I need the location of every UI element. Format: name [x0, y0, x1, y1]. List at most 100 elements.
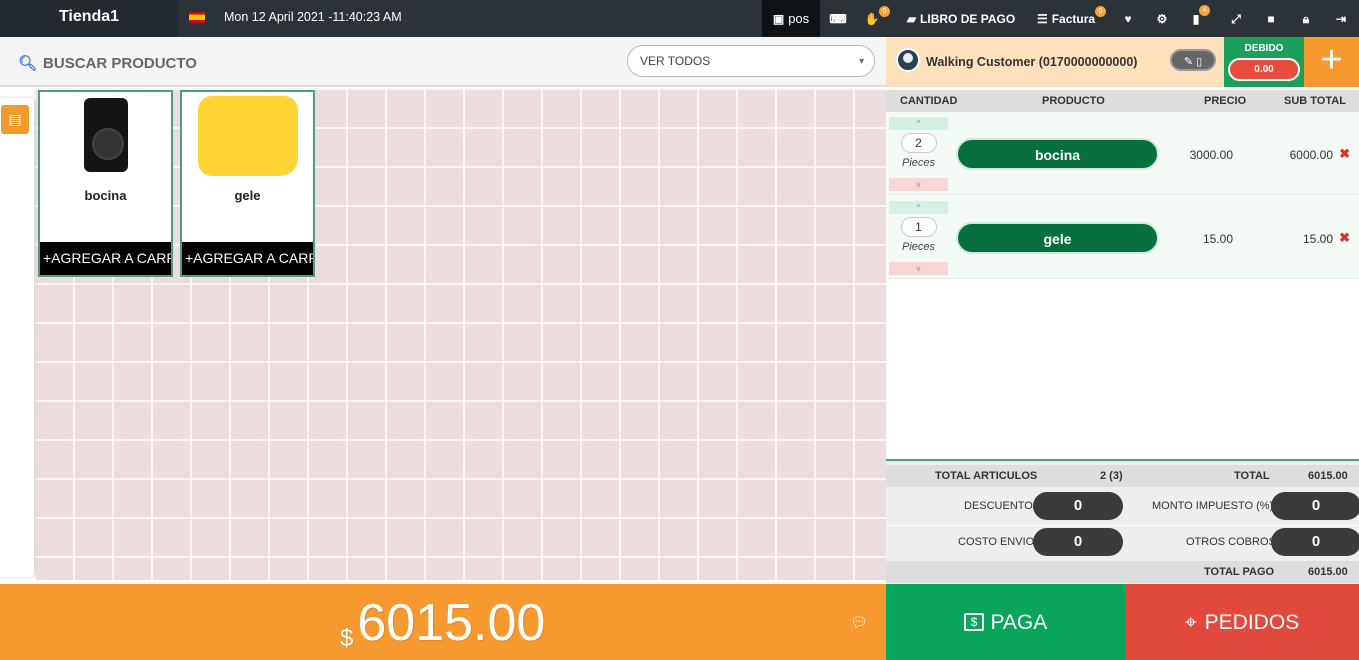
paga-button[interactable]: $ PAGA	[886, 584, 1125, 660]
factura-label: Factura	[1051, 11, 1096, 26]
caret-down-icon: ▼	[857, 56, 866, 66]
add-customer-button[interactable]: +	[1304, 37, 1359, 87]
currency-symbol: $	[340, 625, 354, 652]
total-pago-value: 6015.00	[1308, 566, 1348, 578]
credit-card-icon: ▤	[8, 111, 22, 127]
favorites-button[interactable]: ♥	[1118, 0, 1138, 37]
add-to-cart-button[interactable]: +AGREGAR A CARRITO	[182, 242, 313, 275]
product-card[interactable]: gele +AGREGAR A CARRITO	[180, 90, 315, 277]
spain-flag-icon[interactable]	[189, 12, 205, 23]
cart-product-button[interactable]: gele	[956, 222, 1159, 254]
total-articles-value: 2 (3)	[1100, 470, 1123, 482]
costo-envio-input[interactable]: 0	[1033, 528, 1123, 556]
chevron-down-icon[interactable]: v	[889, 262, 948, 275]
impuesto-label: MONTO IMPUESTO (%)	[1152, 500, 1274, 512]
monitor-icon: ▣	[772, 11, 785, 26]
bell-icon: ▮	[1192, 11, 1200, 26]
sign-out-icon: ⇥	[1335, 11, 1347, 26]
top-bar: Tienda1 Mon 12 April 2021 -11:40:23 AM ▣…	[0, 0, 1359, 37]
quantity-input[interactable]: 2	[900, 133, 937, 153]
debido-label: DEBIDO	[1244, 43, 1284, 54]
remove-item-icon[interactable]: ✖	[1339, 230, 1350, 246]
customer-bar: Walking Customer (0170000000000) ✎ ▯	[886, 37, 1224, 87]
costo-envio-label: COSTO ENVIO	[958, 536, 1035, 548]
avatar	[896, 48, 920, 72]
customer-name[interactable]: Walking Customer (0170000000000)	[926, 55, 1137, 69]
total-articles-row: TOTAL ARTICULOS 2 (3) TOTAL 6015.00	[886, 465, 1359, 487]
list-icon: ☰	[1036, 11, 1048, 26]
category-filter-select[interactable]: VER TODOS ▼	[627, 45, 875, 77]
store-name[interactable]: Tienda1	[0, 0, 178, 37]
comments-icon[interactable]: 💬︎	[850, 614, 868, 631]
keyboard-button[interactable]: ⌨	[828, 0, 848, 37]
otros-cobros-label: OTROS COBROS	[1186, 536, 1276, 548]
datetime: Mon 12 April 2021 -11:40:23 AM	[224, 10, 402, 24]
category-filter-value: VER TODOS	[640, 54, 711, 68]
quantity-input[interactable]: 1	[900, 217, 937, 237]
factura-badge: 0	[1095, 6, 1106, 17]
search-label: BUSCAR PRODUCTO	[43, 54, 197, 72]
product-image	[182, 92, 313, 177]
search-bar: 🔍︎ BUSCAR PRODUCTO VER TODOS ▼	[0, 37, 886, 87]
pedidos-button[interactable]: ⌖ PEDIDOS	[1125, 584, 1359, 660]
remove-item-icon[interactable]: ✖	[1339, 146, 1350, 162]
descuento-label: DESCUENTO	[964, 500, 1033, 512]
lock-icon: 🔒︎	[1302, 11, 1310, 26]
grand-total-value: 6015.00	[357, 594, 546, 652]
total-pago-label: TOTAL PAGO	[1204, 566, 1275, 578]
item-price: 15.00	[1202, 232, 1233, 246]
debido-value: 0.00	[1228, 58, 1300, 81]
otros-cobros-input[interactable]: 0	[1271, 528, 1359, 556]
heart-icon: ♥	[1124, 11, 1132, 26]
product-name: gele	[234, 188, 261, 203]
cart-table-header: CANTIDAD PRODUCTO PRECIO SUB TOTAL	[886, 90, 1359, 112]
expand-icon: ⤢	[1231, 11, 1241, 26]
edit-customer-button[interactable]: ✎ ▯	[1170, 49, 1216, 71]
total-label: TOTAL	[1234, 470, 1270, 482]
unit-label: Pieces	[901, 241, 936, 253]
chevron-up-icon[interactable]: ^	[889, 117, 948, 130]
search-product[interactable]: 🔍︎ BUSCAR PRODUCTO	[18, 54, 197, 73]
header-product: PRODUCTO	[1042, 95, 1105, 107]
category-panel: ▤	[0, 98, 34, 577]
settings-button[interactable]: ⚙	[1152, 0, 1172, 37]
book-icon: ▰	[906, 11, 917, 26]
item-subtotal: 6000.00	[1289, 148, 1333, 162]
plus-icon: +	[1320, 39, 1343, 81]
grand-total: $6015.00	[340, 588, 545, 660]
quantity-stepper: ^ 2 Pieces v	[889, 117, 948, 191]
unit-label: Pieces	[901, 157, 936, 169]
total-value: 6015.00	[1308, 470, 1348, 482]
category-toggle-button[interactable]: ▤	[1, 105, 29, 134]
libro-label: LIBRO DE PAGO	[920, 11, 1016, 26]
cart-product-button[interactable]: bocina	[956, 138, 1159, 170]
factura-button[interactable]: ☰ Factura	[1033, 0, 1099, 37]
hand-icon: ✋	[864, 11, 880, 26]
hold-badge: 0	[879, 6, 890, 17]
notifications-badge: 4	[1199, 5, 1210, 16]
add-to-cart-button[interactable]: +AGREGAR A CARRITO	[40, 242, 171, 275]
chevron-down-icon[interactable]: v	[889, 178, 948, 191]
item-subtotal: 15.00	[1302, 232, 1333, 246]
pos-button[interactable]: ▣ pos	[762, 0, 820, 37]
total-articles-label: TOTAL ARTICULOS	[935, 470, 1038, 482]
pedidos-label: PEDIDOS	[1204, 611, 1300, 634]
cart-row: ^ 2 Pieces v bocina 3000.00 6000.00 ✖	[886, 112, 1359, 195]
impuesto-input[interactable]: 0	[1271, 492, 1359, 520]
item-price: 3000.00	[1189, 148, 1233, 162]
paga-label: PAGA	[990, 611, 1048, 634]
gear-icon: ⚙	[1156, 11, 1168, 26]
crosshairs-icon: ⌖	[1184, 611, 1197, 634]
hold-button[interactable]: ✋	[862, 0, 882, 37]
quantity-stepper: ^ 1 Pieces v	[889, 201, 948, 275]
fullscreen-button[interactable]: ⤢	[1226, 0, 1246, 37]
logout-button[interactable]: ⇥	[1331, 0, 1351, 37]
product-card[interactable]: bocina +AGREGAR A CARRITO	[38, 90, 173, 277]
libro-de-pago-button[interactable]: ▰ LIBRO DE PAGO	[904, 0, 1018, 37]
chevron-up-icon[interactable]: ^	[889, 201, 948, 214]
header-price: PRECIO	[1204, 95, 1247, 107]
lock-button[interactable]: 🔒︎	[1296, 0, 1316, 37]
descuento-input[interactable]: 0	[1033, 492, 1123, 520]
phone-icon: ▯	[1196, 56, 1203, 68]
window-button[interactable]: ■	[1261, 0, 1281, 37]
